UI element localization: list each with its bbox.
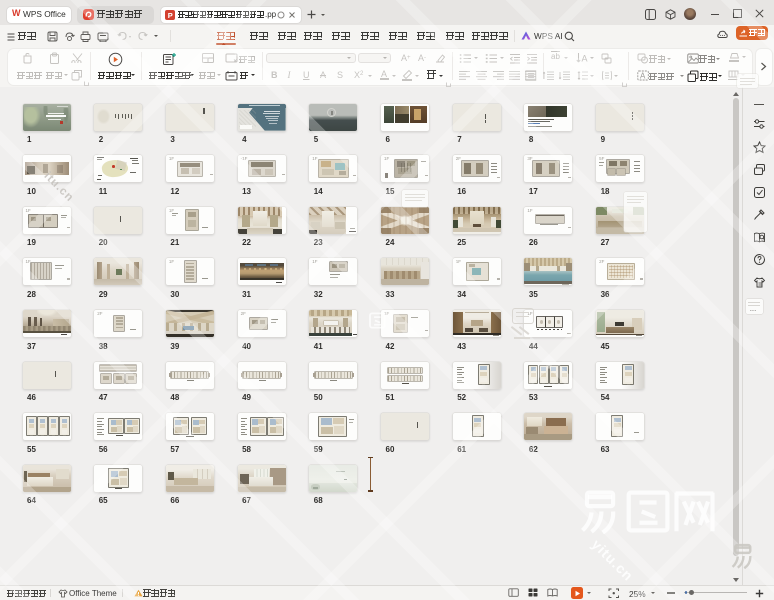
- svg-text:A: A: [640, 72, 646, 81]
- svg-text:A: A: [582, 53, 588, 63]
